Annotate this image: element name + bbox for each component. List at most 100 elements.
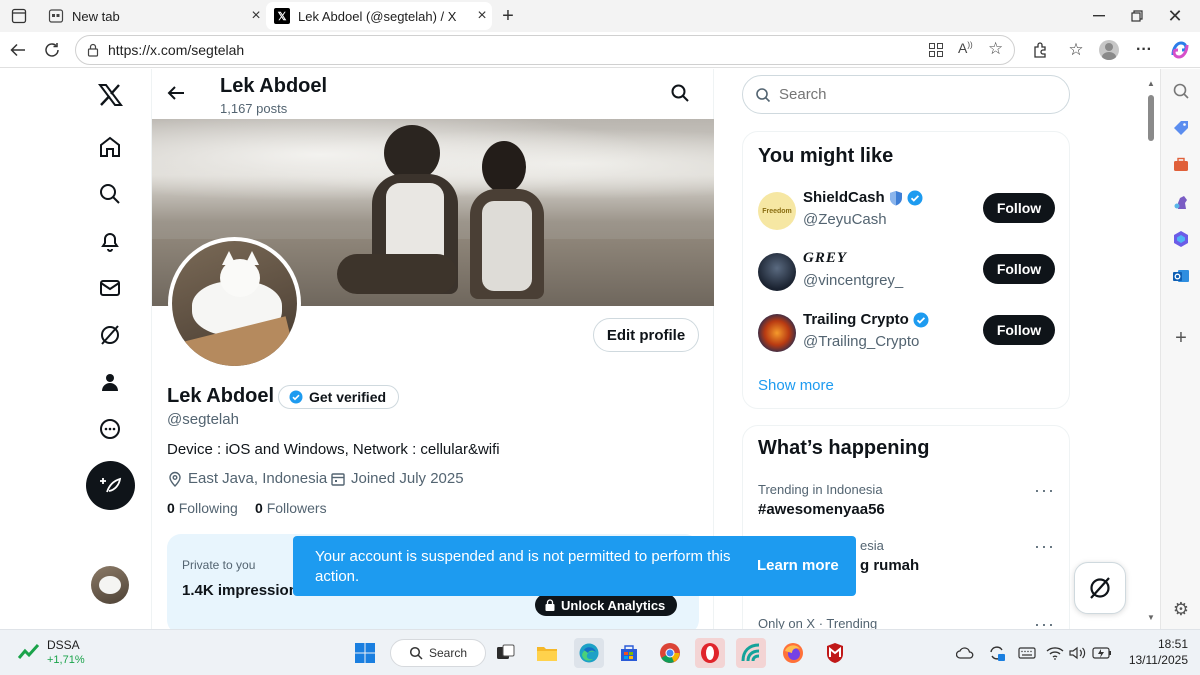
task-view-icon[interactable]	[490, 638, 520, 668]
trend-more-icon[interactable]: ···	[1034, 536, 1055, 557]
notifications-bell-icon[interactable]	[92, 223, 128, 259]
add-sidebar-plus-icon[interactable]: +	[1169, 326, 1193, 350]
apps-icon[interactable]	[928, 42, 944, 58]
close-tab-icon[interactable]: ×	[472, 7, 492, 25]
lock-icon[interactable]	[86, 43, 100, 57]
grok-floating-button[interactable]	[1074, 562, 1126, 614]
microsoft-store-icon[interactable]	[614, 638, 644, 668]
favorite-star-icon[interactable]: ☆	[988, 39, 1003, 59]
x-logo-icon[interactable]	[92, 77, 128, 113]
close-window-icon[interactable]: ✕	[1160, 6, 1190, 26]
volume-icon[interactable]	[1066, 638, 1090, 668]
explore-search-icon[interactable]	[92, 176, 128, 212]
tab-actions-icon[interactable]	[8, 6, 30, 26]
suggestion-item[interactable]: Trailing Crypto @Trailing_Crypto Follow	[743, 306, 1069, 366]
tag-icon[interactable]	[1169, 116, 1193, 140]
get-verified-button[interactable]: Get verified	[278, 385, 400, 409]
tab-label: Lek Abdoel (@segtelah) / X	[298, 8, 457, 24]
favorites-icon[interactable]: ☆	[1064, 38, 1088, 62]
outlook-icon[interactable]	[1169, 264, 1193, 288]
keyboard-icon[interactable]	[1014, 638, 1040, 668]
suggestion-item[interactable]: GREY @vincentgrey_ Follow	[743, 245, 1069, 305]
wifi-icon[interactable]	[1042, 638, 1068, 668]
extensions-icon[interactable]	[1028, 38, 1052, 62]
scroll-down-arrow-icon[interactable]: ▼	[1147, 613, 1155, 622]
url-text: https://x.com/segtelah	[108, 42, 245, 58]
chrome-icon[interactable]	[655, 638, 685, 668]
address-bar[interactable]: https://x.com/segtelah A)) ☆	[75, 35, 1015, 65]
follow-button[interactable]: Follow	[983, 193, 1055, 223]
games-chess-icon[interactable]	[1169, 190, 1193, 214]
followers-link[interactable]: 0 Followers	[255, 500, 327, 516]
toast-message: Your account is suspended and is not per…	[315, 548, 731, 585]
page-scrollbar[interactable]: ▲ ▼	[1146, 79, 1156, 627]
search-input[interactable]	[779, 86, 1049, 103]
tab-x-profile[interactable]: 𝕏 Lek Abdoel (@segtelah) / X ×	[266, 2, 492, 30]
show-more-link[interactable]: Show more	[758, 377, 834, 394]
compose-post-button[interactable]	[86, 461, 135, 510]
read-aloud-icon[interactable]: A))	[958, 40, 973, 56]
home-icon[interactable]	[92, 129, 128, 165]
briefcase-icon[interactable]	[1169, 153, 1193, 177]
follow-button[interactable]: Follow	[983, 254, 1055, 284]
restore-icon[interactable]	[1122, 6, 1152, 26]
close-tab-icon[interactable]: ×	[246, 7, 266, 25]
more-circle-icon[interactable]	[92, 411, 128, 447]
unlock-analytics-button[interactable]: Unlock Analytics	[535, 594, 678, 616]
verified-badge-icon	[907, 190, 923, 206]
browser-toolbar: https://x.com/segtelah A)) ☆ ☆ ···	[0, 32, 1200, 68]
taskbar-clock[interactable]: 18:51 13/11/2025	[1118, 636, 1188, 668]
search-box[interactable]	[742, 75, 1070, 114]
grok-icon[interactable]	[92, 317, 128, 353]
you-might-like-card: You might like Freedom ShieldCash @ZeyuC…	[742, 131, 1070, 409]
suggestion-item[interactable]: Freedom ShieldCash @ZeyuCash Follow	[743, 184, 1069, 244]
app-swirl-icon[interactable]	[736, 638, 766, 668]
copilot-icon[interactable]	[1166, 36, 1194, 64]
profile-person-icon[interactable]	[92, 364, 128, 400]
stock-chart-icon	[18, 644, 40, 660]
taskbar-search[interactable]: Search	[390, 639, 486, 667]
opera-icon[interactable]	[695, 638, 725, 668]
stock-widget[interactable]: DSSA +1,71%	[18, 636, 118, 670]
refresh-icon[interactable]	[40, 38, 64, 62]
profile-avatar[interactable]	[168, 237, 301, 370]
more-menu-icon[interactable]: ···	[1132, 38, 1156, 62]
get-verified-label: Get verified	[309, 389, 387, 405]
trend-more-icon[interactable]: ···	[1034, 480, 1055, 501]
scroll-up-arrow-icon[interactable]: ▲	[1147, 79, 1155, 88]
following-link[interactable]: 0 Following	[167, 500, 238, 516]
header-back-arrow-icon[interactable]	[166, 83, 190, 107]
trend-value: #awesomenyaa56	[758, 501, 885, 518]
firefox-icon[interactable]	[778, 638, 808, 668]
header-search-icon[interactable]	[670, 83, 694, 107]
edge-browser-icon[interactable]	[574, 638, 604, 668]
m365-icon[interactable]	[1169, 227, 1193, 251]
edit-profile-button[interactable]: Edit profile	[593, 318, 699, 352]
profile-avatar-icon[interactable]	[1097, 38, 1121, 62]
messages-mail-icon[interactable]	[92, 270, 128, 306]
back-arrow-icon[interactable]	[6, 38, 30, 62]
joined-text: Joined July 2025	[351, 470, 464, 487]
scrollbar-thumb[interactable]	[1148, 95, 1154, 141]
minimize-icon[interactable]	[1084, 6, 1114, 26]
new-tab-plus-icon[interactable]: +	[496, 4, 520, 28]
follow-button[interactable]: Follow	[983, 315, 1055, 345]
onedrive-cloud-icon[interactable]	[952, 638, 978, 668]
clock-date: 13/11/2025	[1128, 653, 1188, 667]
search-sidebar-icon[interactable]	[1169, 79, 1193, 103]
suggestion-handle: @Trailing_Crypto	[803, 333, 920, 350]
mcafee-icon[interactable]	[820, 638, 850, 668]
learn-more-button[interactable]: Learn more	[757, 557, 839, 574]
settings-gear-icon[interactable]: ⚙	[1169, 597, 1193, 621]
trend-item[interactable]: Only on X · Trending	[758, 616, 1058, 629]
trend-more-icon[interactable]: ···	[1034, 614, 1055, 629]
tab-new-tab[interactable]: New tab ×	[40, 2, 266, 30]
file-explorer-icon[interactable]	[532, 638, 562, 668]
trend-item[interactable]: Trending in Indonesia #awesomenyaa56	[758, 482, 1058, 518]
account-avatar[interactable]	[91, 566, 129, 604]
tab-label: New tab	[72, 8, 120, 24]
windows-start-icon[interactable]	[350, 638, 380, 668]
taskbar-search-label: Search	[429, 646, 468, 660]
battery-icon[interactable]	[1090, 638, 1114, 668]
sync-icon[interactable]	[984, 638, 1010, 668]
